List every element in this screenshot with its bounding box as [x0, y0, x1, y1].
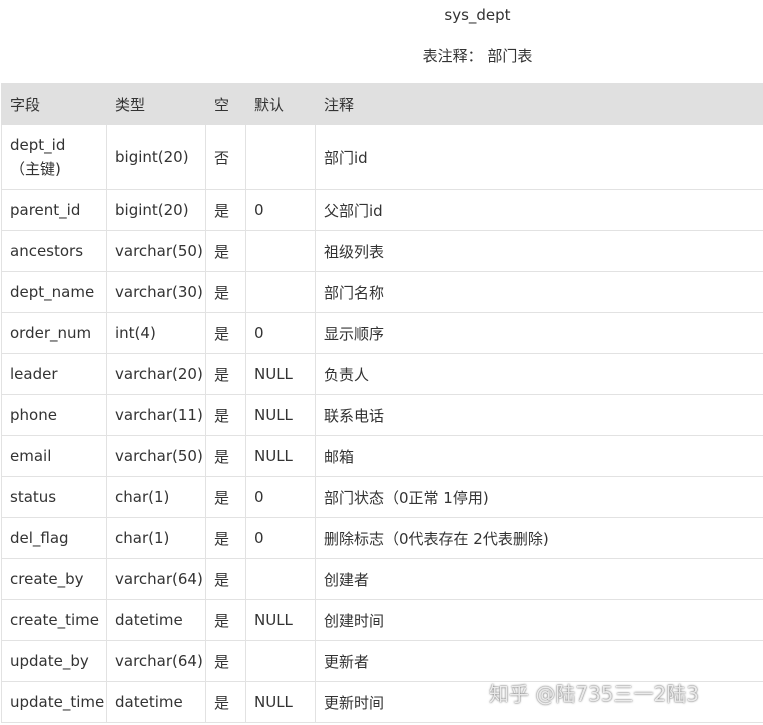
schema-table: 字段 类型 空 默认 注释 dept_id （主键) bigint(20) 否 …: [1, 83, 763, 723]
cell-nullable: 是: [205, 558, 246, 600]
cell-field: parent_id: [1, 189, 107, 231]
cell-default: [245, 124, 316, 190]
cell-type: varchar(64): [106, 558, 206, 600]
cell-field: ancestors: [1, 230, 107, 272]
cell-nullable: 是: [205, 271, 246, 313]
header-comment: 注释: [315, 83, 763, 125]
cell-comment: 创建时间: [315, 599, 763, 641]
table-comment: 表注释： 部门表: [422, 47, 533, 65]
table-row: phone varchar(11) 是 NULL 联系电话: [1, 394, 763, 436]
cell-default: 0: [245, 517, 316, 559]
cell-type: bigint(20): [106, 124, 206, 190]
cell-type: varchar(50): [106, 435, 206, 477]
cell-nullable: 是: [205, 476, 246, 518]
cell-comment: 负责人: [315, 353, 763, 395]
header-nullable: 空: [205, 83, 246, 125]
cell-default: [245, 558, 316, 600]
cell-type: varchar(50): [106, 230, 206, 272]
cell-nullable: 是: [205, 312, 246, 354]
cell-type: datetime: [106, 681, 206, 723]
cell-type: int(4): [106, 312, 206, 354]
cell-field: phone: [1, 394, 107, 436]
cell-default: NULL: [245, 681, 316, 723]
table-row: status char(1) 是 0 部门状态（0正常 1停用): [1, 476, 763, 518]
cell-field: update_by: [1, 640, 107, 682]
cell-comment: 删除标志（0代表存在 2代表删除): [315, 517, 763, 559]
cell-nullable: 是: [205, 640, 246, 682]
header-row: 字段 类型 空 默认 注释: [1, 83, 763, 125]
cell-type: bigint(20): [106, 189, 206, 231]
table-title: sys_dept: [444, 6, 511, 24]
cell-field: create_by: [1, 558, 107, 600]
cell-type: varchar(20): [106, 353, 206, 395]
table-row: dept_name varchar(30) 是 部门名称: [1, 271, 763, 313]
cell-nullable: 是: [205, 517, 246, 559]
cell-type: varchar(30): [106, 271, 206, 313]
table-row: ancestors varchar(50) 是 祖级列表: [1, 230, 763, 272]
cell-nullable: 是: [205, 230, 246, 272]
cell-comment: 祖级列表: [315, 230, 763, 272]
table-row: parent_id bigint(20) 是 0 父部门id: [1, 189, 763, 231]
cell-comment: 父部门id: [315, 189, 763, 231]
table-row: email varchar(50) 是 NULL 邮箱: [1, 435, 763, 477]
cell-comment: 部门状态（0正常 1停用): [315, 476, 763, 518]
cell-default: [245, 230, 316, 272]
cell-field: create_time: [1, 599, 107, 641]
cell-type: datetime: [106, 599, 206, 641]
cell-default: [245, 640, 316, 682]
cell-comment: 部门名称: [315, 271, 763, 313]
table-row: order_num int(4) 是 0 显示顺序: [1, 312, 763, 354]
cell-field: dept_name: [1, 271, 107, 313]
cell-field: del_flag: [1, 517, 107, 559]
cell-default: 0: [245, 312, 316, 354]
cell-field: dept_id （主键): [1, 124, 107, 190]
cell-nullable: 是: [205, 353, 246, 395]
cell-field: leader: [1, 353, 107, 395]
cell-nullable: 是: [205, 681, 246, 723]
header-field: 字段: [1, 83, 107, 125]
cell-nullable: 是: [205, 189, 246, 231]
cell-default: 0: [245, 189, 316, 231]
cell-default: NULL: [245, 435, 316, 477]
cell-nullable: 否: [205, 124, 246, 190]
cell-default: [245, 271, 316, 313]
cell-nullable: 是: [205, 435, 246, 477]
table-row: del_flag char(1) 是 0 删除标志（0代表存在 2代表删除): [1, 517, 763, 559]
cell-comment: 邮箱: [315, 435, 763, 477]
cell-default: NULL: [245, 599, 316, 641]
cell-type: char(1): [106, 517, 206, 559]
header-type: 类型: [106, 83, 206, 125]
cell-field: email: [1, 435, 107, 477]
cell-nullable: 是: [205, 394, 246, 436]
cell-field: status: [1, 476, 107, 518]
cell-comment: 显示顺序: [315, 312, 763, 354]
cell-default: 0: [245, 476, 316, 518]
cell-field: order_num: [1, 312, 107, 354]
table-row: create_by varchar(64) 是 创建者: [1, 558, 763, 600]
watermark: 知乎 @陆735三一2陆3: [489, 682, 699, 706]
cell-comment: 部门id: [315, 124, 763, 190]
cell-comment: 联系电话: [315, 394, 763, 436]
table-row: leader varchar(20) 是 NULL 负责人: [1, 353, 763, 395]
cell-comment: 更新者: [315, 640, 763, 682]
cell-comment: 创建者: [315, 558, 763, 600]
cell-nullable: 是: [205, 599, 246, 641]
cell-field: update_time: [1, 681, 107, 723]
cell-type: varchar(64): [106, 640, 206, 682]
table-row: dept_id （主键) bigint(20) 否 部门id: [1, 124, 763, 190]
cell-default: NULL: [245, 394, 316, 436]
cell-type: varchar(11): [106, 394, 206, 436]
header-default: 默认: [245, 83, 316, 125]
cell-default: NULL: [245, 353, 316, 395]
cell-type: char(1): [106, 476, 206, 518]
table-row: update_by varchar(64) 是 更新者: [1, 640, 763, 682]
table-row: create_time datetime 是 NULL 创建时间: [1, 599, 763, 641]
